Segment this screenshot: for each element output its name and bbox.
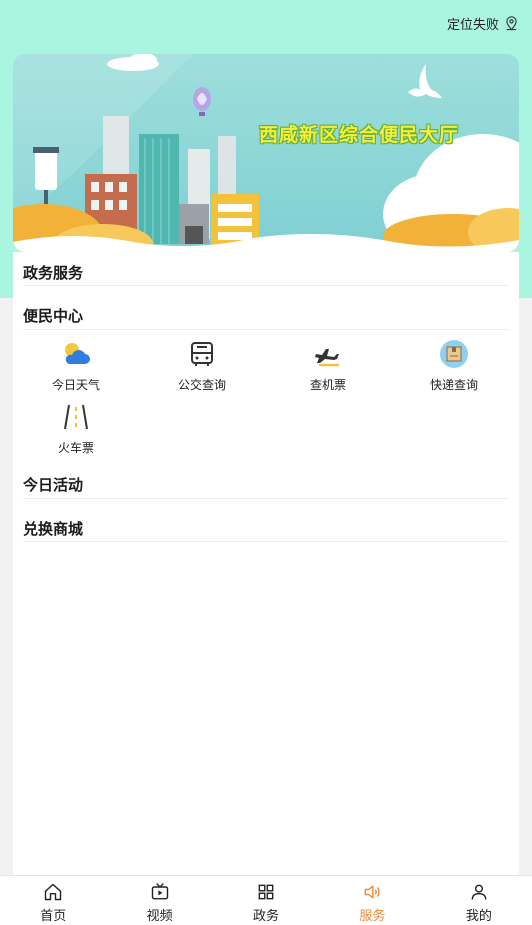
location-status[interactable]: 定位失败 (447, 14, 520, 33)
convenience-item-label: 火车票 (57, 441, 94, 455)
service-card: 政务服务 便民中心 今日天气 公交查询 查机票 快递查询 火车票 今日活动 兑换… (13, 252, 519, 875)
airplane-icon (315, 349, 340, 367)
section-government-services[interactable]: 政务服务 (23, 262, 83, 283)
banner-illustration (13, 54, 519, 252)
tab-government[interactable]: 政务 (213, 876, 319, 925)
divider (23, 329, 509, 330)
tab-label: 我的 (465, 909, 492, 924)
tab-mine[interactable]: 我的 (426, 876, 532, 925)
tab-label: 首页 (40, 909, 67, 924)
location-status-label: 定位失败 (446, 18, 499, 33)
location-pin-icon (506, 16, 517, 31)
weather-icon (65, 343, 90, 364)
tab-label: 政务 (253, 909, 280, 924)
convenience-item-train[interactable]: 火车票 (13, 401, 139, 456)
package-icon (440, 340, 468, 368)
video-icon (151, 883, 168, 900)
user-icon (471, 884, 487, 900)
convenience-item-label: 公交查询 (177, 378, 226, 392)
convenience-item-weather[interactable]: 今日天气 (13, 338, 139, 393)
divider (23, 498, 509, 499)
divider (23, 541, 509, 542)
divider (23, 285, 509, 286)
convenience-item-label: 快递查询 (429, 378, 478, 392)
section-exchange-mall[interactable]: 兑换商城 (23, 518, 83, 539)
speaker-icon (365, 885, 381, 899)
banner[interactable]: 西咸新区综合便民大厅 (13, 54, 519, 252)
section-today-activity[interactable]: 今日活动 (23, 474, 83, 495)
bus-icon (191, 342, 213, 366)
section-convenience-center: 便民中心 (23, 307, 84, 325)
convenience-item-flight[interactable]: 查机票 (265, 338, 391, 393)
grid-icon (258, 884, 274, 900)
tab-video[interactable]: 视频 (106, 876, 212, 925)
tab-label: 视频 (146, 909, 173, 924)
railway-icon (64, 404, 88, 430)
convenience-item-bus[interactable]: 公交查询 (139, 338, 265, 393)
tab-label: 服务 (359, 909, 386, 924)
convenience-item-label: 今日天气 (51, 378, 100, 392)
convenience-item-express[interactable]: 快递查询 (391, 338, 517, 393)
banner-title: 西咸新区综合便民大厅 (259, 124, 460, 146)
tab-home[interactable]: 首页 (0, 876, 106, 925)
convenience-item-label: 查机票 (309, 378, 346, 392)
tab-service[interactable]: 服务 (319, 876, 425, 925)
bottom-tab-bar: 首页 视频 政务 服务 我的 (0, 875, 532, 925)
home-icon (44, 883, 62, 901)
